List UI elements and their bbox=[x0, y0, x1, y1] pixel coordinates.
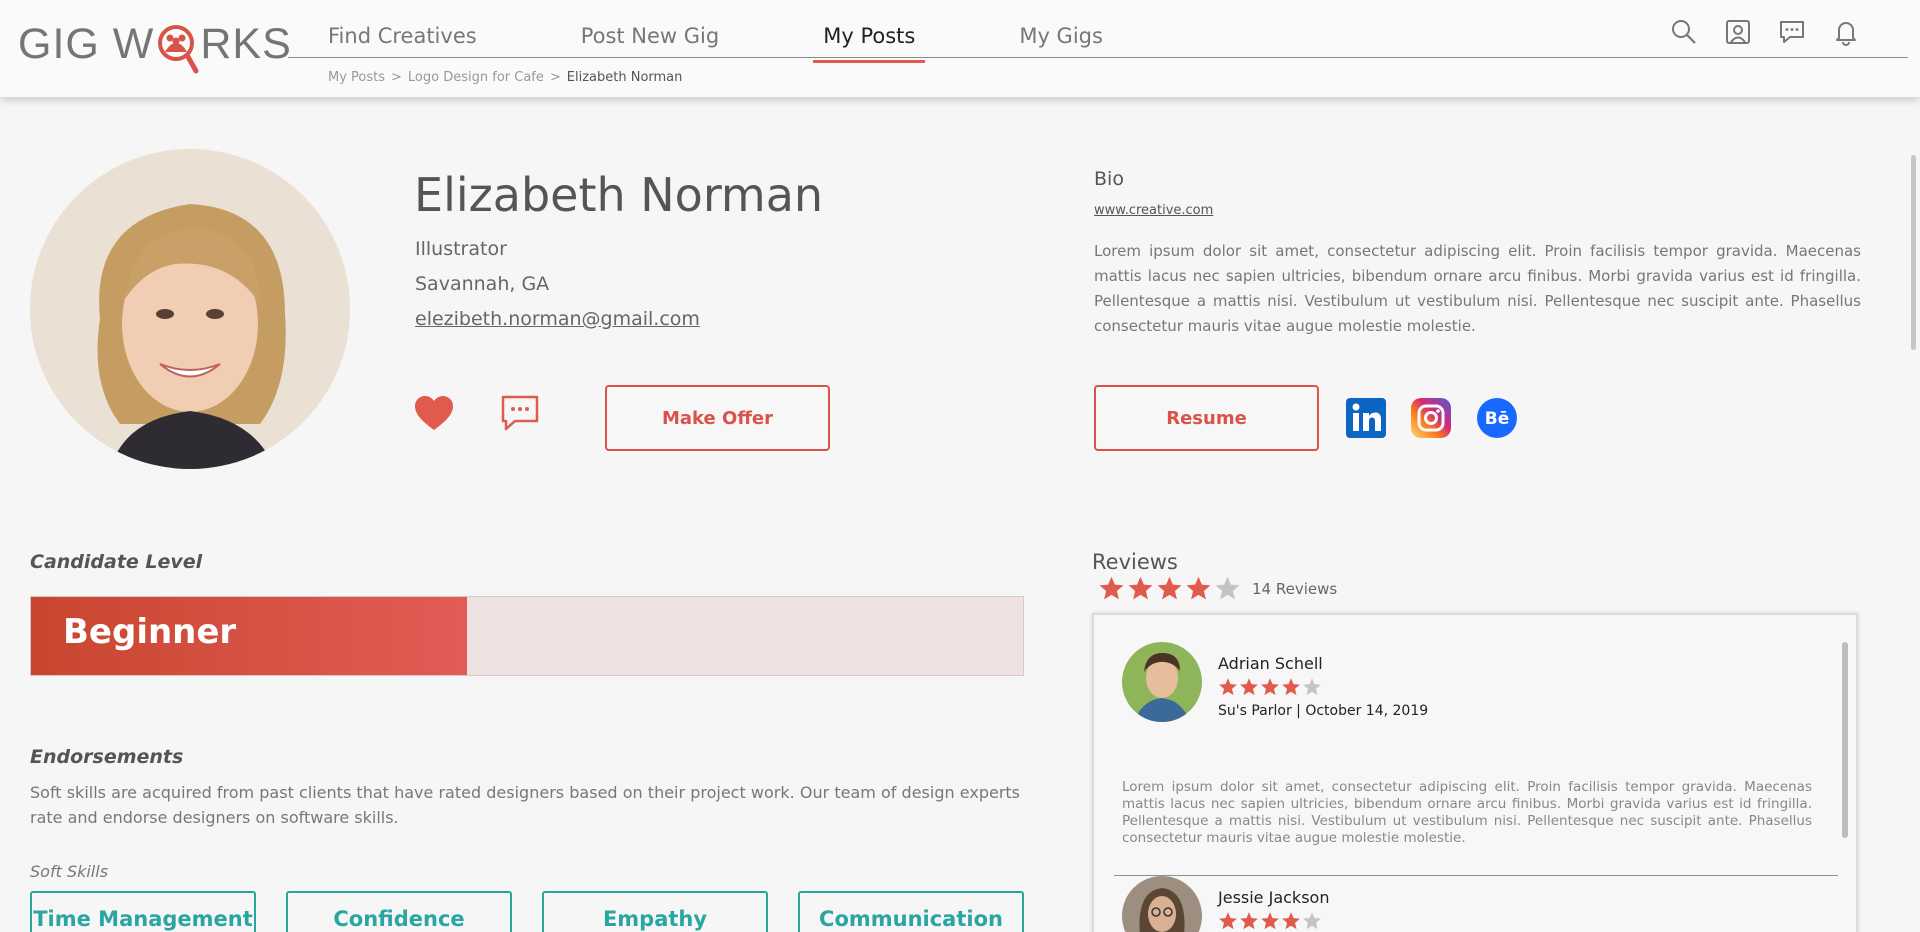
star-filled-icon bbox=[1261, 678, 1279, 696]
main-nav: Find Creatives Post New Gig My Posts My … bbox=[288, 20, 1167, 63]
breadcrumb-logo-design[interactable]: Logo Design for Cafe bbox=[408, 70, 544, 85]
star-filled-icon bbox=[1282, 912, 1300, 930]
breadcrumb-current: Elizabeth Norman bbox=[566, 70, 683, 85]
profile-email-link[interactable]: elezibeth.norman@gmail.com bbox=[415, 308, 700, 330]
linkedin-icon[interactable] bbox=[1346, 398, 1386, 438]
reviews-title: Reviews bbox=[1092, 550, 1178, 574]
magnifier-people-icon bbox=[156, 21, 199, 74]
skill-time-management[interactable]: Time Management bbox=[30, 891, 256, 932]
review-text: Lorem ipsum dolor sit amet, consectetur … bbox=[1122, 779, 1812, 846]
star-filled-icon bbox=[1240, 912, 1258, 930]
nav-post-new-gig[interactable]: Post New Gig bbox=[541, 20, 760, 60]
review-rating-stars bbox=[1218, 911, 1322, 931]
logo-text-right: RKS bbox=[200, 19, 292, 68]
reviewer-avatar bbox=[1122, 642, 1202, 722]
star-empty-icon bbox=[1215, 576, 1240, 600]
breadcrumb-separator: > bbox=[549, 70, 561, 85]
reviews-scrollbar[interactable] bbox=[1842, 642, 1848, 838]
logo-text-left: GIG W bbox=[18, 19, 155, 68]
endorsements-title: Endorsements bbox=[30, 746, 184, 768]
star-filled-icon bbox=[1219, 678, 1237, 696]
star-filled-icon bbox=[1240, 678, 1258, 696]
overall-rating-stars bbox=[1098, 575, 1241, 602]
profile-name: Elizabeth Norman bbox=[414, 168, 824, 222]
star-empty-icon bbox=[1303, 678, 1321, 696]
star-filled-icon bbox=[1128, 576, 1153, 600]
review-rating-stars bbox=[1218, 677, 1322, 697]
endorsements-text: Soft skills are acquired from past clien… bbox=[30, 783, 1020, 827]
candidate-level-label: Beginner bbox=[63, 612, 237, 652]
gigworks-logo[interactable]: GIG W RKS bbox=[18, 14, 292, 74]
bio-text: Lorem ipsum dolor sit amet, consectetur … bbox=[1094, 242, 1861, 335]
breadcrumb-separator: > bbox=[391, 70, 402, 85]
review-divider bbox=[1114, 875, 1838, 876]
candidate-level-title: Candidate Level bbox=[30, 551, 203, 573]
star-filled-icon bbox=[1099, 576, 1124, 600]
messages-icon[interactable] bbox=[1778, 18, 1806, 46]
star-filled-icon bbox=[1186, 576, 1211, 600]
soft-skills-list: Time Management Confidence Empathy Commu… bbox=[30, 891, 1024, 932]
reviews-count[interactable]: 14 Reviews bbox=[1252, 580, 1337, 598]
candidate-level-bar: Beginner bbox=[30, 596, 1024, 676]
profile-role: Illustrator bbox=[415, 238, 507, 260]
top-header: GIG W RKS Find Creatives Post New Gig My… bbox=[0, 0, 1920, 97]
message-icon[interactable] bbox=[501, 394, 539, 432]
instagram-icon[interactable] bbox=[1411, 398, 1451, 438]
star-filled-icon bbox=[1157, 576, 1182, 600]
reviewer-avatar bbox=[1122, 876, 1202, 932]
resume-button[interactable]: Resume bbox=[1094, 385, 1319, 451]
bio-website-link[interactable]: www.creative.com bbox=[1094, 203, 1213, 218]
skill-confidence[interactable]: Confidence bbox=[286, 891, 512, 932]
profile-avatar bbox=[30, 149, 350, 469]
breadcrumb-my-posts[interactable]: My Posts bbox=[328, 70, 385, 85]
nav-find-creatives[interactable]: Find Creatives bbox=[288, 20, 517, 60]
nav-my-posts[interactable]: My Posts bbox=[783, 20, 955, 63]
skill-communication[interactable]: Communication bbox=[798, 891, 1024, 932]
star-empty-icon bbox=[1303, 912, 1321, 930]
profile-icon[interactable] bbox=[1724, 18, 1752, 46]
star-filled-icon bbox=[1282, 678, 1300, 696]
favorite-heart-icon[interactable] bbox=[414, 396, 454, 432]
notifications-icon[interactable] bbox=[1832, 18, 1860, 46]
reviewer-name: Jessie Jackson bbox=[1218, 888, 1330, 907]
search-icon[interactable] bbox=[1670, 18, 1698, 46]
reviewer-name: Adrian Schell bbox=[1218, 654, 1323, 673]
bio-title: Bio bbox=[1094, 168, 1124, 190]
svg-text:Bē: Bē bbox=[1485, 409, 1510, 429]
skill-empathy[interactable]: Empathy bbox=[542, 891, 768, 932]
reviews-list[interactable]: Adrian Schell Su's Parlor | October 14, … bbox=[1092, 613, 1858, 932]
header-icons bbox=[1670, 18, 1860, 46]
soft-skills-label: Soft Skills bbox=[30, 862, 109, 881]
behance-icon[interactable]: Bē bbox=[1477, 398, 1517, 438]
review-meta: Su's Parlor | October 14, 2019 bbox=[1218, 703, 1429, 719]
make-offer-button[interactable]: Make Offer bbox=[605, 385, 830, 451]
star-filled-icon bbox=[1261, 912, 1279, 930]
page-scrollbar[interactable] bbox=[1911, 155, 1916, 350]
breadcrumb: My Posts > Logo Design for Cafe > Elizab… bbox=[328, 70, 682, 85]
nav-my-gigs[interactable]: My Gigs bbox=[979, 20, 1143, 60]
star-filled-icon bbox=[1219, 912, 1237, 930]
profile-location: Savannah, GA bbox=[415, 273, 550, 295]
